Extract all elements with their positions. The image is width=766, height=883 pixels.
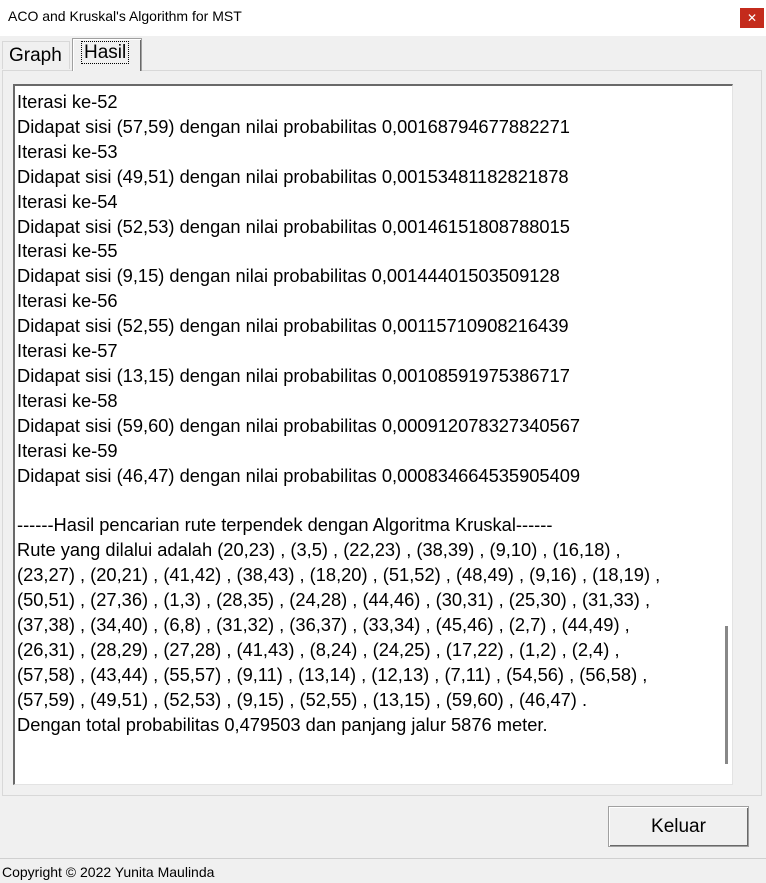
output-line: Iterasi ke-57 [17, 340, 118, 362]
output-line: Didapat sisi (49,51) dengan nilai probab… [17, 165, 569, 187]
output-line: Iterasi ke-59 [17, 439, 118, 461]
output-line: Iterasi ke-55 [17, 240, 118, 262]
tab-hasil-label[interactable]: Hasil [81, 41, 130, 64]
vertical-scrollbar[interactable] [721, 86, 732, 784]
output-line: Dengan total probabilitas 0,479503 dan p… [17, 713, 548, 735]
close-button[interactable]: ✕ [740, 8, 764, 28]
output-line: (57,58) , (43,44) , (55,57) , (9,11) , (… [17, 663, 648, 685]
output-line: Iterasi ke-54 [17, 190, 118, 212]
output-line: Didapat sisi (9,15) dengan nilai probabi… [17, 265, 560, 287]
output-line: Iterasi ke-58 [17, 389, 118, 411]
tab-graph-label[interactable]: Graph [9, 45, 62, 66]
output-line: Iterasi ke-52 [17, 91, 118, 112]
output-line: Iterasi ke-56 [17, 290, 118, 312]
output-line: (26,31) , (28,29) , (27,28) , (41,43) , … [17, 638, 620, 660]
output-line: ------Hasil pencarian rute terpendek den… [17, 514, 553, 536]
output-line: Didapat sisi (52,53) dengan nilai probab… [17, 215, 570, 237]
keluar-button[interactable]: Keluar [608, 806, 749, 847]
copyright-text: Copyright © 2022 Yunita Maulinda [2, 864, 215, 880]
output-line: (37,38) , (34,40) , (6,8) , (31,32) , (3… [17, 614, 630, 636]
close-icon[interactable]: ✕ [747, 11, 757, 25]
output-line: Didapat sisi (52,55) dengan nilai probab… [17, 315, 569, 337]
output-line: (57,59) , (49,51) , (52,53) , (9,15) , (… [17, 688, 588, 710]
output-line: (50,51) , (27,36) , (1,3) , (28,35) , (2… [17, 589, 651, 611]
status-bar: Copyright © 2022 Yunita Maulinda [0, 858, 766, 883]
output-line: Didapat sisi (57,59) dengan nilai probab… [17, 115, 570, 137]
scrollbar-thumb[interactable] [725, 626, 728, 764]
output-line: (23,27) , (20,21) , (41,42) , (38,43) , … [17, 564, 661, 586]
output-text: Iterasi ke-52 Didapat sisi (57,59) dengan… [17, 90, 707, 738]
output-line: Rute yang dilalui adalah (20,23) , (3,5)… [17, 539, 621, 561]
output-line: Didapat sisi (46,47) dengan nilai probab… [17, 464, 581, 486]
tab-graph[interactable]: Graph [2, 41, 70, 69]
tab-hasil[interactable]: Hasil [72, 38, 142, 71]
output-line: Didapat sisi (13,15) dengan nilai probab… [17, 364, 570, 386]
output-line: Didapat sisi (59,60) dengan nilai probab… [17, 414, 581, 436]
window-title: ACO and Kruskal's Algorithm for MST [8, 8, 242, 24]
title-bar: ACO and Kruskal's Algorithm for MST ✕ [0, 0, 766, 36]
output-line: Iterasi ke-53 [17, 140, 118, 162]
output-textbox[interactable]: Iterasi ke-52 Didapat sisi (57,59) dengan… [13, 84, 733, 785]
